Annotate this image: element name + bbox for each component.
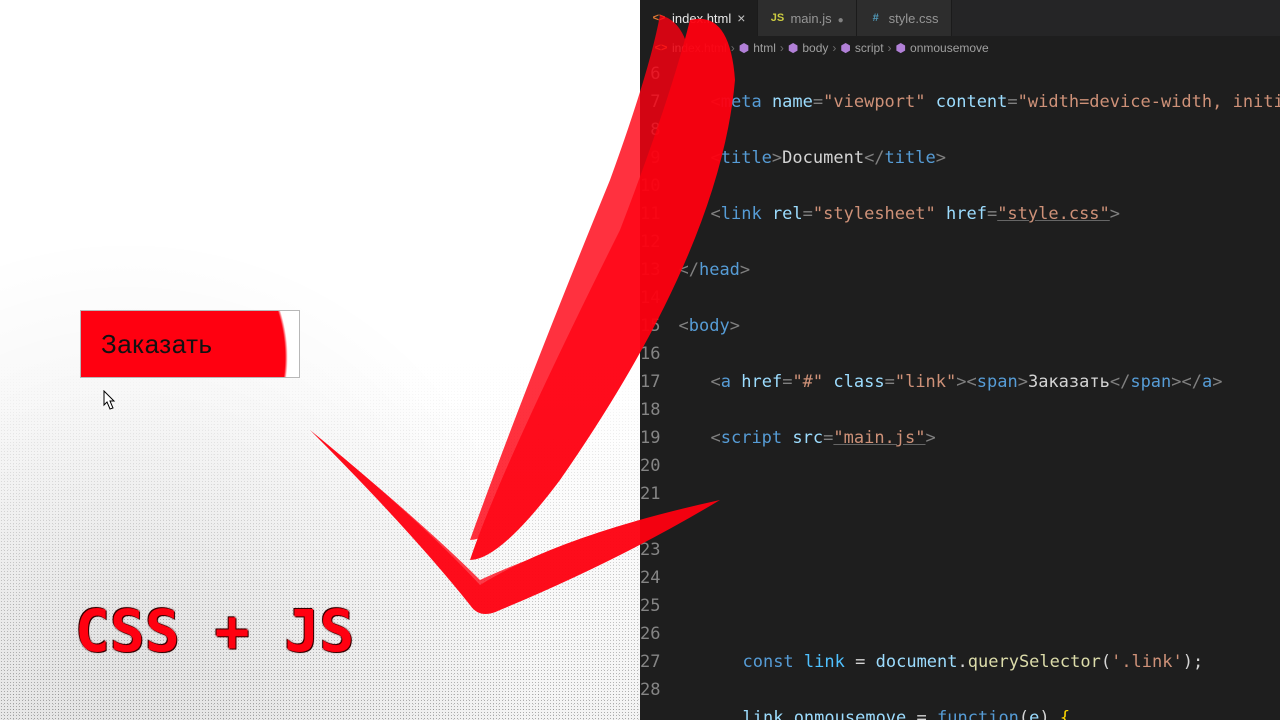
breadcrumb-label: script [855,41,884,55]
preview-panel: Заказать CSS + JS [0,0,640,720]
code-content[interactable]: <meta name="viewport" content="width=dev… [678,60,1280,720]
tab-label: index.html [672,11,731,26]
html-file-icon: <> [654,41,668,55]
order-button-label: Заказать [81,329,213,360]
breadcrumb-label: body [802,41,828,55]
chevron-right-icon: › [731,41,735,55]
order-button[interactable]: Заказать [80,310,300,378]
js-file-icon: JS [770,11,784,25]
overlay-title: CSS + JS [75,597,354,665]
breadcrumb: <> index.html › ⬢ html › ⬢ body › ⬢ scri… [640,36,1280,60]
tab-label: style.css [889,11,939,26]
breadcrumb-label: onmousemove [910,41,989,55]
symbol-icon: ⬢ [840,41,850,55]
unsaved-dot-icon[interactable] [838,10,844,26]
breadcrumb-item[interactable]: ⬢ onmousemove [896,41,989,55]
css-file-icon: # [869,11,883,25]
symbol-icon: ⬢ [788,41,798,55]
tab-bar: <> index.html × JS main.js # style.css [640,0,1280,36]
chevron-right-icon: › [780,41,784,55]
symbol-icon: ⬢ [896,41,906,55]
tab-label: main.js [790,11,831,26]
noise-texture [0,360,640,720]
line-number-gutter: 6789101112 13141516171819 202123242526 2… [640,60,678,720]
breadcrumb-label: index.html [672,41,727,55]
breadcrumb-item[interactable]: <> index.html [654,41,727,55]
breadcrumb-item[interactable]: ⬢ script [840,41,883,55]
html-file-icon: <> [652,11,666,25]
tab-style-css[interactable]: # style.css [857,0,952,36]
close-icon[interactable]: × [737,10,745,26]
pointer-cursor-icon [100,390,118,417]
code-editor: <> index.html × JS main.js # style.css <… [640,0,1280,720]
breadcrumb-label: html [753,41,776,55]
code-area[interactable]: 6789101112 13141516171819 202123242526 2… [640,60,1280,720]
chevron-right-icon: › [888,41,892,55]
tab-main-js[interactable]: JS main.js [758,0,856,36]
tab-index-html[interactable]: <> index.html × [640,0,758,36]
chevron-right-icon: › [832,41,836,55]
breadcrumb-item[interactable]: ⬢ html [739,41,776,55]
breadcrumb-item[interactable]: ⬢ body [788,41,829,55]
symbol-icon: ⬢ [739,41,749,55]
